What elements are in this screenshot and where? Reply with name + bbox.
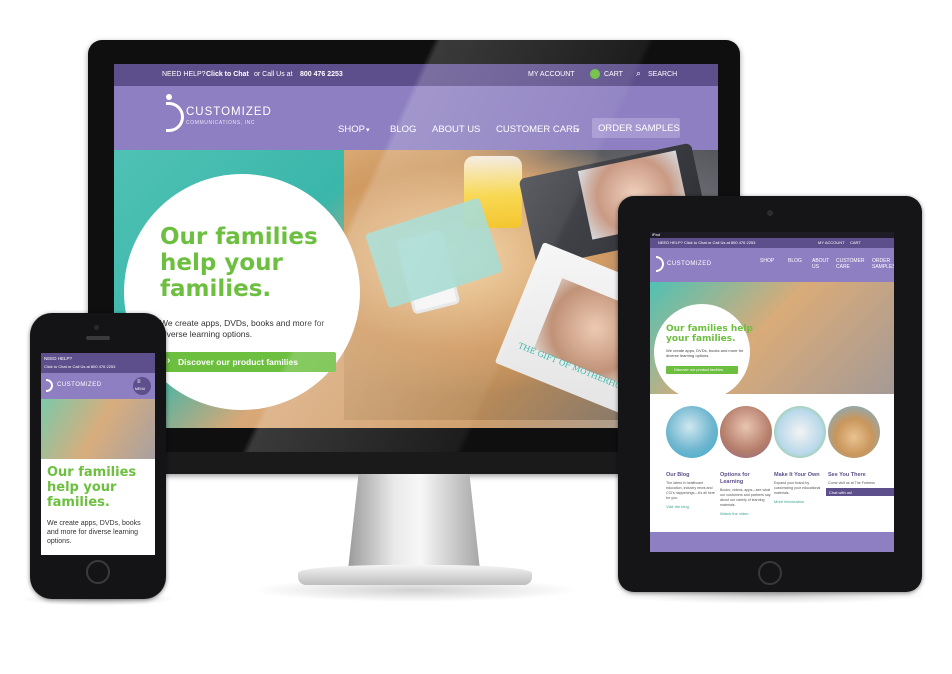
desktop-topbar: NEED HELP? Click to Chat or Call Us at 8… [114,64,718,86]
monitor-neck [348,474,480,570]
tablet-nav-customer-care[interactable]: CUSTOMER CARE [836,258,865,270]
tablet-discover-button[interactable]: Discover our product families [666,366,738,374]
phone-number: 800 476 2253 [300,71,343,78]
order-samples-label: ORDER SAMPLES [598,123,680,134]
menu-button[interactable]: ≡ MENU [133,377,151,395]
chevron-right-icon: › [167,355,171,366]
nav-blog[interactable]: BLOG [390,124,416,135]
cart-icon[interactable] [590,69,600,79]
phone-need-help: NEED HELP? [44,356,73,361]
tablet-hero-subtitle: We create apps, DVDs, books and more for… [666,348,744,358]
logo-subtext: COMMUNICATIONS, INC [186,120,256,126]
tablet-logo-text[interactable]: CUSTOMIZED [667,261,712,267]
menu-label: MENU [135,387,146,391]
tablet-status-text: iPad [652,232,661,237]
chevron-down-icon: ▾ [576,127,580,134]
phone-hero-image [41,399,155,459]
blog-column: Our Blog The latest in healthcare educat… [666,472,718,509]
tablet-nav-blog[interactable]: BLOG [788,258,802,264]
learning-column: Options for Learning Books, videos, apps… [720,472,772,516]
tablet-footer-band [650,532,894,552]
phone-camera-icon [94,325,99,330]
blog-circle-image[interactable] [666,406,718,458]
custom-text: Expand your brand by customizing your ed… [774,481,821,495]
discover-products-label: Discover our product families [178,357,298,367]
nav-shop[interactable]: SHOP [338,124,365,135]
custom-column: Make It Your Own Expand your brand by cu… [774,472,826,504]
tablet-topbar: NEED HELP? Click to Chat or Call Us at 8… [650,238,894,248]
learning-link[interactable]: Watch the video [720,511,772,516]
discover-products-button[interactable]: › Discover our product families [160,352,336,372]
tablet-camera-icon [767,210,773,216]
learning-heading: Options for Learning [720,472,750,485]
phone-logo-text[interactable]: CUSTOMIZED [57,382,102,388]
phone-hero-subtitle: We create apps, DVDs, books and more for… [47,520,141,545]
phone-speaker [86,336,110,340]
tablet-cart[interactable]: CART [850,240,861,245]
hero-title: Our families help your families. [160,224,318,302]
phone-hero-title: Our families help your families. [47,465,137,510]
custom-link[interactable]: More information [774,499,826,504]
chevron-down-icon: ▾ [366,127,370,134]
custom-heading: Make It Your Own [774,472,820,478]
tablet-contact[interactable]: NEED HELP? Click to Chat or Call Us at 8… [658,240,755,245]
nav-about-us[interactable]: ABOUT US [432,124,480,135]
logo-dot-icon [166,94,172,100]
event-text: Come visit us at The Fortress [828,481,875,485]
tablet-nav-about[interactable]: ABOUT US [812,258,830,270]
nav-customer-care[interactable]: CUSTOMER CARE [496,124,579,135]
tablet-hero-title: Our families help your families. [666,324,753,344]
tablet-discover-label: Discover our product families [674,368,723,372]
tablet-my-account[interactable]: MY ACCOUNT [818,240,845,245]
phone-home-button[interactable] [86,560,110,584]
tablet-screen: iPad NEED HELP? Click to Chat or Call Us… [650,232,894,552]
tablet-nav-order[interactable]: ORDER SAMPLES [872,258,894,270]
blog-link[interactable]: Visit the blog [666,504,718,509]
monitor-stand [298,565,532,585]
tablet-nav: CUSTOMIZED SHOP BLOG ABOUT US CUSTOMER C… [650,248,894,282]
phone-topbar: NEED HELP? Click to Chat or Call Us at 8… [41,353,155,373]
chat-label: Chat with us! [829,490,853,495]
desktop-nav: CUSTOMIZED COMMUNICATIONS, INC SHOP ▾ BL… [114,86,718,150]
logo-text[interactable]: CUSTOMIZED [186,106,272,118]
phone-nav: CUSTOMIZED ≡ MENU [41,373,155,399]
hero-subtitle: We create apps, DVDs, books and more for… [160,318,325,339]
click-to-chat-link[interactable]: Click to Chat [206,71,249,78]
chat-widget[interactable]: Chat with us! [826,488,894,496]
blog-heading: Our Blog [666,472,690,478]
learning-circle-image[interactable] [720,406,772,458]
phone-logo-icon[interactable] [46,379,53,392]
tablet-home-button[interactable] [758,561,782,585]
logo-icon[interactable] [166,102,184,132]
search-link[interactable]: SEARCH [648,71,677,78]
search-icon[interactable]: ⌕ [636,68,641,79]
call-us-label: or Call Us at [254,71,293,78]
my-account-link[interactable]: MY ACCOUNT [528,71,575,78]
cart-link[interactable]: CART [604,71,623,78]
blog-text: The latest in healthcare education, indu… [666,481,715,500]
tablet-nav-shop[interactable]: SHOP [760,258,774,264]
event-circle-image[interactable] [828,406,880,458]
custom-circle-image[interactable] [774,406,826,458]
phone-screen: NEED HELP? Click to Chat or Call Us at 8… [41,353,155,555]
event-heading: See You There [828,472,866,478]
need-help-label: NEED HELP? [162,71,206,78]
learning-text: Books, videos, apps—see what our custome… [720,488,771,507]
tablet-logo-icon[interactable] [656,256,664,272]
hamburger-icon: ≡ [137,379,141,385]
phone-contact[interactable]: Click to Chat or Call Us at 800 476 2253 [44,364,115,369]
order-samples-button[interactable]: ORDER SAMPLES [592,118,680,138]
